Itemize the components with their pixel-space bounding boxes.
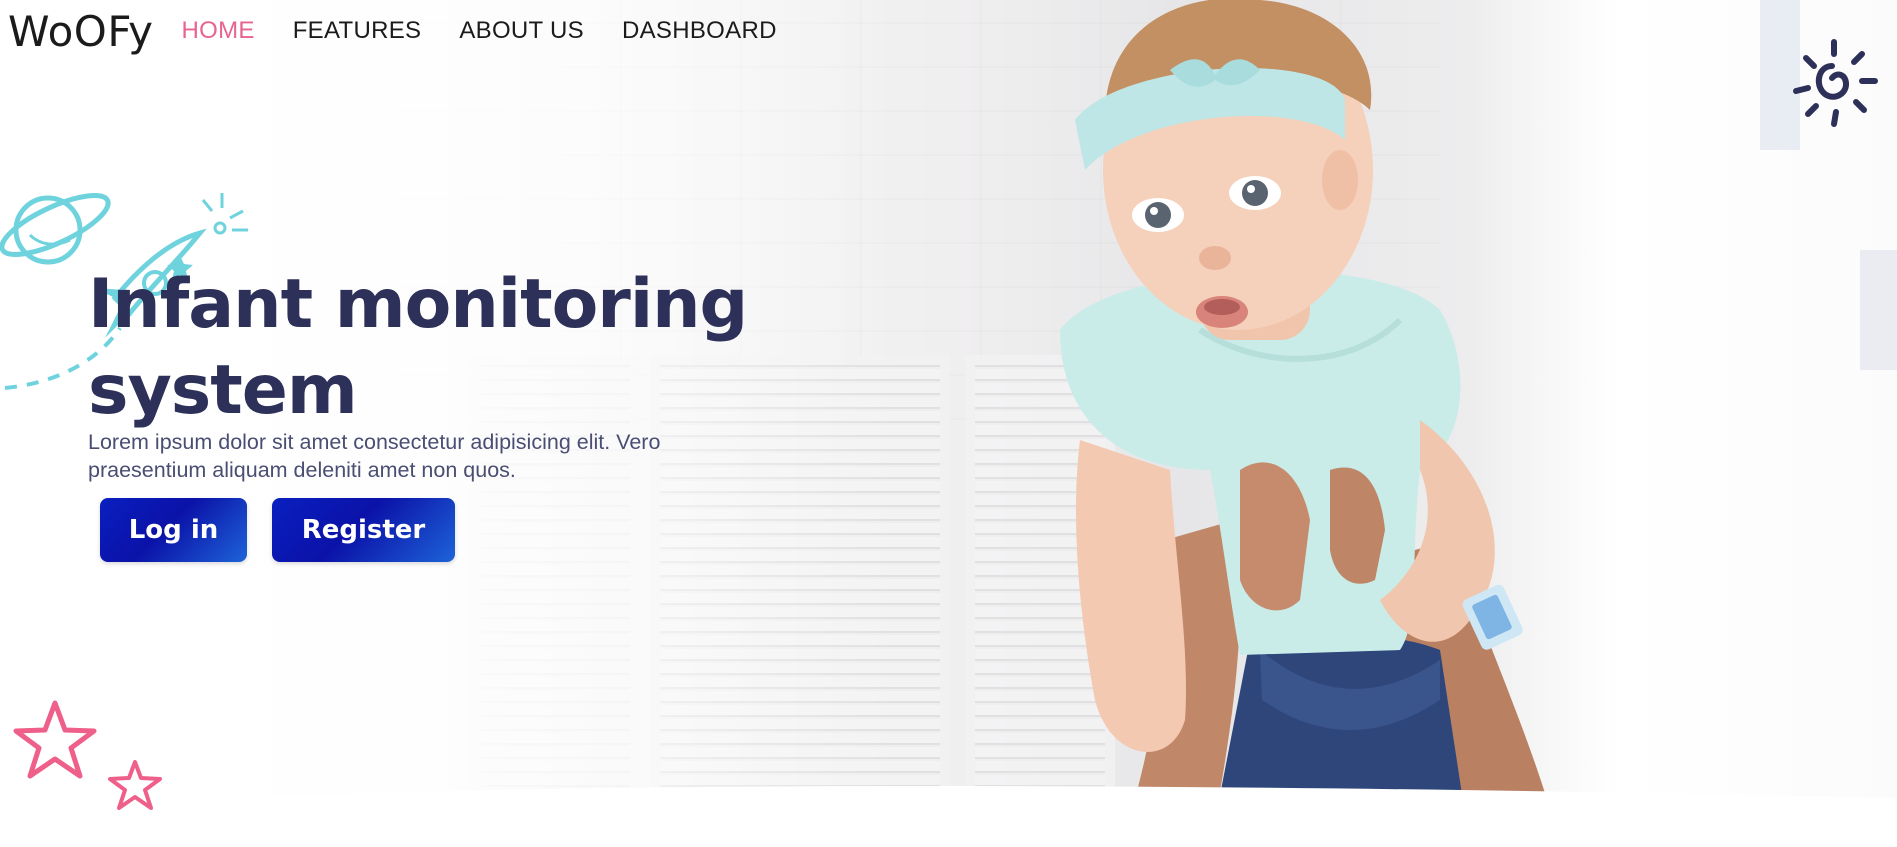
- star-icon: [108, 760, 162, 810]
- baby-photo: [1060, 0, 1560, 847]
- hero-title-line-1: Infant monitoring: [88, 265, 748, 344]
- nav-about-us[interactable]: ABOUT US: [459, 17, 584, 45]
- nav-features[interactable]: FEATURES: [293, 17, 422, 45]
- hero-title-line-2: system: [88, 351, 358, 430]
- register-button[interactable]: Register: [272, 498, 455, 562]
- star-icon: [13, 700, 97, 779]
- hero-description: Lorem ipsum dolor sit amet consectetur a…: [88, 430, 661, 482]
- nav-dashboard[interactable]: DASHBOARD: [622, 17, 777, 45]
- login-button[interactable]: Log in: [100, 498, 247, 562]
- hero-title: Infant monitoring system: [88, 262, 788, 434]
- sun-icon: [1793, 39, 1878, 127]
- window-frame: [1860, 250, 1897, 370]
- bottom-wave: [0, 786, 1897, 847]
- top-nav: WoOFy HOME FEATURES ABOUT US DASHBOARD: [0, 0, 777, 62]
- nav-home[interactable]: HOME: [181, 17, 254, 45]
- brand-logo[interactable]: WoOFy: [8, 7, 153, 56]
